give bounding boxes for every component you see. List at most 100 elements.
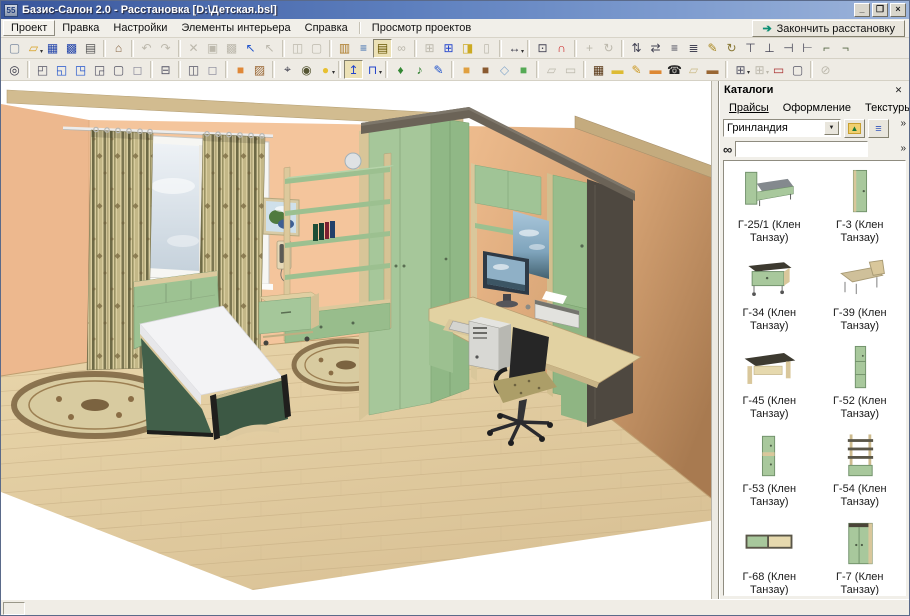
tool-lighting-icon[interactable]: ●▾ — [316, 60, 335, 79]
tool-delete-icon[interactable]: ✕ — [184, 39, 203, 58]
tool-view-back-icon[interactable]: ◻ — [128, 60, 147, 79]
tool-snapshot-icon[interactable]: ◉ — [297, 60, 316, 79]
tool-ungroup-icon[interactable]: ▢ — [307, 39, 326, 58]
tool-view-left-icon[interactable]: ◳ — [71, 60, 90, 79]
tool-align-top-icon[interactable]: ⊤ — [741, 39, 760, 58]
catalog-item-g-68[interactable]: Г-68 (Клен Танзау) — [725, 518, 813, 596]
tool-texture-cube-icon[interactable]: ▨ — [250, 60, 269, 79]
tool-corner-left-icon[interactable]: ⌐ — [817, 39, 836, 58]
tab-1[interactable]: Оформление — [777, 102, 857, 114]
catalog-item-g-34[interactable]: Г-34 (Клен Танзау) — [725, 254, 813, 333]
computer-mouse[interactable] — [526, 305, 531, 310]
catalog-item-g-53[interactable]: Г-53 (Клен Танзау) — [725, 430, 813, 509]
tool-brush-tool-icon[interactable]: ✎ — [429, 60, 448, 79]
tool-find-object-icon[interactable]: ∞ — [392, 39, 411, 58]
tool-plinth-tool-icon[interactable]: ▬ — [703, 60, 722, 79]
tool-turn-object-icon[interactable]: ↻ — [722, 39, 741, 58]
tool-object-list-icon[interactable]: ≡ — [354, 39, 373, 58]
tool-eraser-tool-icon[interactable]: ▬ — [608, 60, 627, 79]
tool-corner-right-icon[interactable]: ¬ — [836, 39, 855, 58]
tool-view-iso-icon[interactable]: ◲ — [90, 60, 109, 79]
catalog-select[interactable]: Гринландия ▼ — [723, 119, 841, 137]
tool-wall-height-icon[interactable]: ↥ — [344, 60, 363, 79]
menu-item-0[interactable]: Проект — [3, 20, 55, 36]
catalog-item-g-52[interactable]: Г-52 (Клен Танзау) — [816, 342, 904, 421]
tool-box-off-icon[interactable]: ◻ — [203, 60, 222, 79]
tool-annotation-icon[interactable]: ♪ — [410, 60, 429, 79]
panel-splitter[interactable] — [711, 81, 719, 599]
finish-arrangement-button[interactable]: ➔ Закончить расстановку — [752, 20, 905, 37]
tool-table-icon[interactable]: ⊞ — [420, 39, 439, 58]
tool-align-bottom-icon[interactable]: ⊥ — [760, 39, 779, 58]
tool-open-project-icon[interactable]: ▱▾ — [24, 39, 43, 58]
tool-distribute-h-icon[interactable]: ⇄ — [646, 39, 665, 58]
tool-select-alt-icon[interactable]: ↖ — [260, 39, 279, 58]
tool-walkthrough-icon[interactable]: ♦ — [391, 60, 410, 79]
panel-close-icon[interactable]: ✕ — [892, 84, 905, 97]
load-catalog-button[interactable]: ▲ — [844, 119, 865, 138]
tool-wall-tool-icon[interactable]: ▯ — [477, 39, 496, 58]
tool-box-on-icon[interactable]: ◫ — [184, 60, 203, 79]
tab-0[interactable]: Прайсы — [723, 102, 775, 114]
tool-align-left-icon[interactable]: ⊣ — [779, 39, 798, 58]
combo-arrow-icon[interactable]: ▼ — [824, 121, 839, 135]
search-input[interactable] — [735, 141, 868, 157]
tool-view-wireframe-icon[interactable]: ▢ — [109, 60, 128, 79]
menu-item-1[interactable]: Правка — [55, 21, 106, 35]
tool-material-green-icon[interactable]: ■ — [514, 60, 533, 79]
tool-presentation-icon[interactable]: ▢ — [788, 60, 807, 79]
tool-undo-icon[interactable]: ↶ — [137, 39, 156, 58]
tool-align-right-icon[interactable]: ⊢ — [798, 39, 817, 58]
tool-material-glass-icon[interactable]: ◇ — [495, 60, 514, 79]
maximize-button[interactable]: ❐ — [872, 3, 888, 17]
tool-contour-edit-icon[interactable]: ▭ — [561, 60, 580, 79]
menu-item-4[interactable]: Справка — [298, 21, 355, 35]
menu-item-3[interactable]: Элементы интерьера — [174, 21, 297, 35]
scene-view[interactable] — [1, 81, 711, 599]
tool-tile-tool-icon[interactable]: ▱ — [684, 60, 703, 79]
tool-move-object-icon[interactable]: + — [580, 39, 599, 58]
tool-copy-icon[interactable]: ▣ — [203, 39, 222, 58]
tool-properties-panel-icon[interactable]: ▥ — [335, 39, 354, 58]
menu-item-2[interactable]: Настройки — [106, 21, 174, 35]
tool-view-top-icon[interactable]: ◱ — [52, 60, 71, 79]
tool-pencil-tool-icon[interactable]: ✎ — [627, 60, 646, 79]
tool-room-parameters-icon[interactable]: ⌂ — [109, 39, 128, 58]
view-mode-button[interactable]: ≡ — [868, 119, 889, 138]
tool-align-row-icon[interactable]: ≣ — [684, 39, 703, 58]
tool-material-wood-icon[interactable]: ■ — [457, 60, 476, 79]
tool-rotate-object-icon[interactable]: ↻ — [599, 39, 618, 58]
tool-door-editor-icon[interactable]: ◨ — [458, 39, 477, 58]
menu-item-5[interactable]: Просмотр проектов — [365, 21, 478, 35]
tool-save-all-icon[interactable]: ▩ — [62, 39, 81, 58]
tool-paste-icon[interactable]: ▩ — [222, 39, 241, 58]
tool-magnet-snap-icon[interactable]: ∩ — [552, 39, 571, 58]
tool-phone-tool-icon[interactable]: ☎ — [665, 60, 684, 79]
tool-schedule-icon[interactable]: ⊞▾ — [731, 60, 750, 79]
close-button[interactable]: × — [890, 3, 906, 17]
catalog-item-g-39[interactable]: Г-39 (Клен Танзау) — [816, 254, 904, 333]
tool-camera-view-icon[interactable]: ⌖ — [278, 60, 297, 79]
tool-weave-texture-icon[interactable]: ▦ — [589, 60, 608, 79]
wall-picture[interactable] — [263, 198, 299, 236]
pc-tower[interactable] — [469, 317, 511, 371]
tool-material-cube-icon[interactable]: ■ — [231, 60, 250, 79]
catalog-item-g-45[interactable]: Г-45 (Клен Танзау) — [725, 342, 813, 421]
tool-save-icon[interactable]: ▦ — [43, 39, 62, 58]
tool-zoom-tool-icon[interactable]: ◎ — [5, 60, 24, 79]
tool-print-icon[interactable]: ▤ — [81, 39, 100, 58]
tool-section-view-icon[interactable]: ⊟ — [156, 60, 175, 79]
tool-duplicate-object-icon[interactable]: ⊡ — [533, 39, 552, 58]
tool-material-dark-wood-icon[interactable]: ■ — [476, 60, 495, 79]
tool-wall-mode-icon[interactable]: ⊓▾ — [363, 60, 382, 79]
tool-select-pointer-icon[interactable]: ↖ — [241, 39, 260, 58]
tool-ruler-icon[interactable]: ▭ — [769, 60, 788, 79]
tool-redo-icon[interactable]: ↷ — [156, 39, 175, 58]
tool-align-stack-icon[interactable]: ≡ — [665, 39, 684, 58]
tool-distribute-v-icon[interactable]: ⇅ — [627, 39, 646, 58]
tool-plank-tool-icon[interactable]: ▬ — [646, 60, 665, 79]
tool-dimensions-icon[interactable]: ↔▾ — [505, 39, 524, 58]
catalog-item-g-54[interactable]: Г-54 (Клен Танзау) — [816, 430, 904, 509]
tool-window-editor-icon[interactable]: ⊞ — [439, 39, 458, 58]
minimize-button[interactable]: _ — [854, 3, 870, 17]
